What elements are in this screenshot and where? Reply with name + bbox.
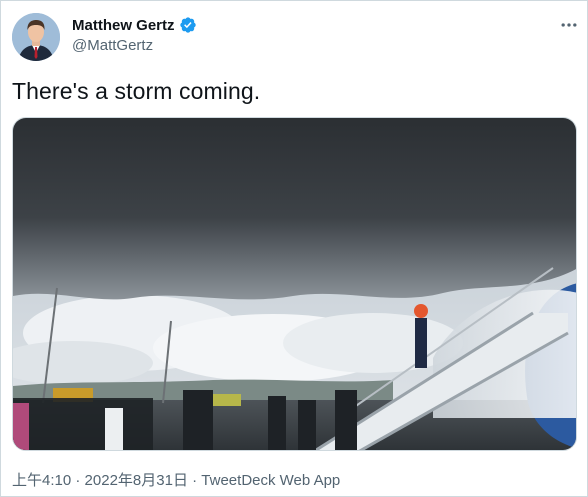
photo-storm-airplane <box>13 118 576 450</box>
author-handle[interactable]: @MattGertz <box>72 37 153 54</box>
meta-separator: · <box>187 472 202 489</box>
tweet-card: Matthew Gertz @MattGertz There's a storm… <box>0 0 588 497</box>
tweet-text: There's a storm coming. <box>12 78 261 104</box>
tweet-time[interactable]: 上午4:10 <box>12 472 71 489</box>
tweet-photo[interactable] <box>12 117 577 451</box>
avatar-photo <box>12 13 60 61</box>
meta-separator: · <box>71 472 85 489</box>
verified-badge-icon <box>179 17 196 33</box>
tweet-date[interactable]: 2022年8月31日 <box>85 472 188 489</box>
tweet-metadata: 上午4:10 · 2022年8月31日 · TweetDeck Web App <box>12 469 340 490</box>
author-display-name[interactable]: Matthew Gertz <box>72 17 175 34</box>
more-options-icon[interactable] <box>559 15 579 35</box>
tweet-source[interactable]: TweetDeck Web App <box>201 472 340 489</box>
author-avatar[interactable] <box>12 13 60 61</box>
